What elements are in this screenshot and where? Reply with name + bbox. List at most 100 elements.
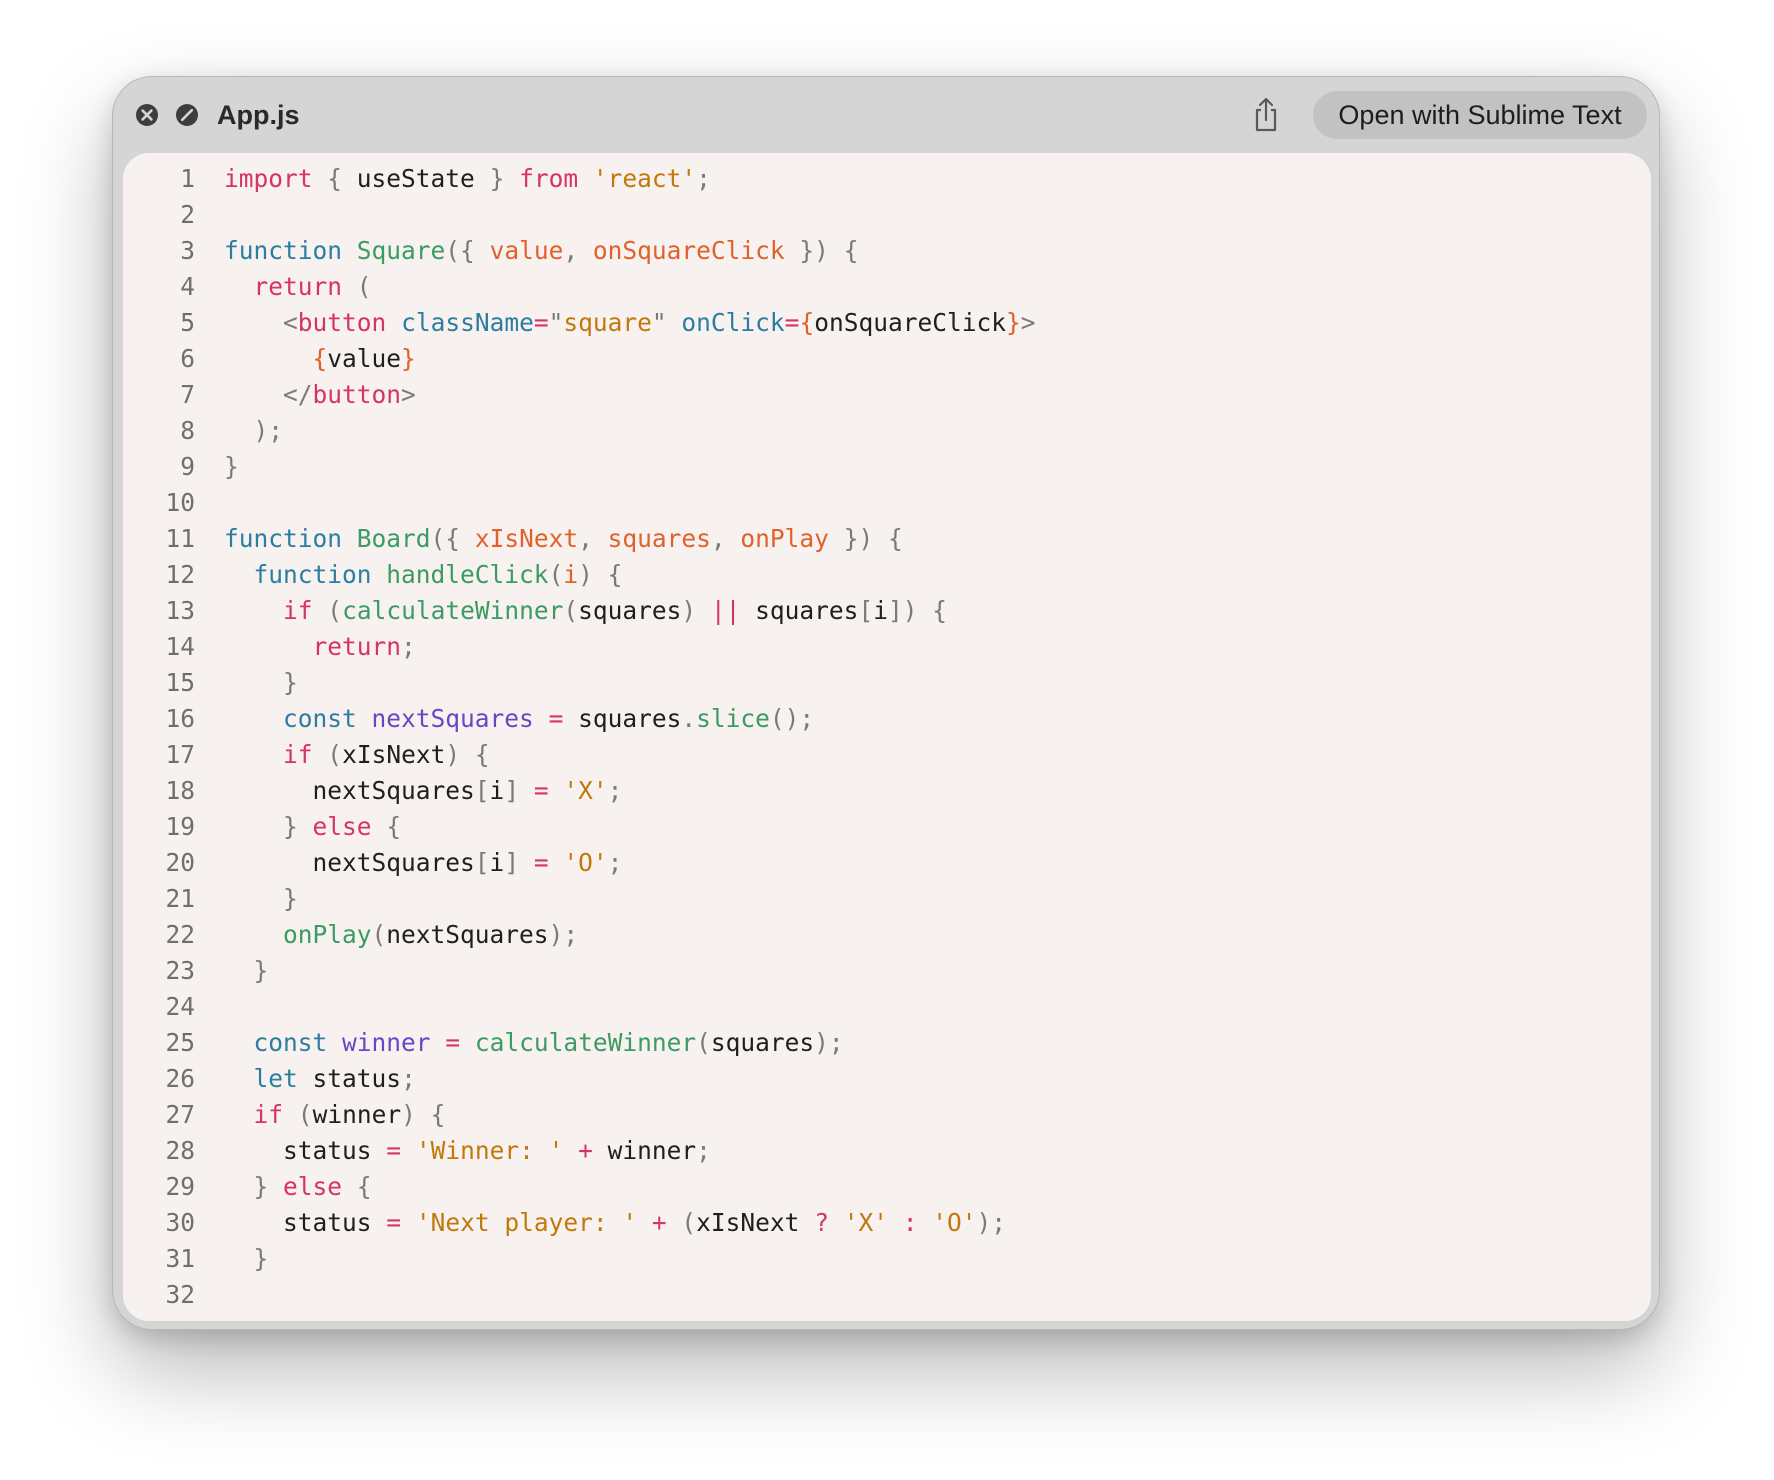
code-token: { bbox=[843, 236, 859, 265]
code-token: squares bbox=[578, 704, 682, 733]
code-token: ( bbox=[356, 272, 372, 301]
stop-icon[interactable] bbox=[175, 103, 199, 127]
code-token: value bbox=[327, 344, 402, 373]
code-token: const bbox=[283, 704, 357, 733]
code-token: status bbox=[312, 1064, 402, 1093]
code-token: squares bbox=[710, 1028, 815, 1057]
code-line: 11 function Board({ xIsNext, squares, onP… bbox=[123, 521, 902, 557]
code-token: [ bbox=[474, 776, 490, 805]
code-token: ; bbox=[696, 164, 711, 193]
code-token: " bbox=[651, 308, 667, 337]
code-token: return bbox=[253, 272, 343, 301]
code-token: calculateWinner bbox=[342, 596, 564, 625]
code-token: = bbox=[386, 1136, 402, 1165]
line-number: 20 bbox=[165, 848, 195, 877]
line-text: } else { bbox=[224, 1169, 372, 1205]
line-number: 17 bbox=[165, 740, 195, 769]
line-text: } bbox=[224, 953, 269, 989]
code-token: > bbox=[401, 380, 416, 409]
code-token: i bbox=[563, 560, 579, 589]
code-token: ) bbox=[401, 1100, 416, 1129]
line-number: 26 bbox=[165, 1064, 195, 1093]
code-token: ); bbox=[814, 1028, 844, 1057]
code-token: 'O' bbox=[932, 1208, 977, 1237]
code-line: 10 bbox=[123, 485, 195, 521]
line-text: } bbox=[224, 665, 298, 701]
line-text: return; bbox=[224, 629, 416, 665]
code-token: onSquareClick bbox=[814, 308, 1006, 337]
share-icon[interactable] bbox=[1250, 96, 1282, 134]
code-token: function bbox=[224, 236, 343, 265]
code-token: ; bbox=[696, 1136, 711, 1165]
code-token: + bbox=[578, 1136, 593, 1165]
code-token: else bbox=[312, 812, 372, 841]
close-icon[interactable] bbox=[135, 103, 159, 127]
code-token: i bbox=[873, 596, 888, 625]
code-token: = bbox=[533, 848, 549, 877]
code-token: ({ bbox=[445, 236, 475, 265]
code-token: nextSquares bbox=[312, 848, 475, 877]
code-token: } bbox=[253, 956, 269, 985]
code-token: function bbox=[224, 524, 343, 553]
code-line: 27 if (winner) { bbox=[123, 1097, 445, 1133]
line-text: return ( bbox=[224, 269, 372, 305]
open-with-sublime-button[interactable]: Open with Sublime Text bbox=[1313, 91, 1647, 139]
code-token: ( bbox=[327, 596, 343, 625]
code-token: handleClick bbox=[386, 560, 549, 589]
line-number: 8 bbox=[180, 416, 195, 445]
code-token: const bbox=[253, 1028, 328, 1057]
code-token: ) bbox=[445, 740, 461, 769]
code-token: } bbox=[401, 344, 416, 373]
line-text: const winner = calculateWinner(squares); bbox=[224, 1025, 844, 1061]
titlebar: App.js Open with Sublime Text bbox=[113, 77, 1659, 153]
line-number: 13 bbox=[165, 596, 195, 625]
code-token: > bbox=[1020, 308, 1036, 337]
code-token: useState bbox=[342, 164, 490, 193]
code-line: 26 let status; bbox=[123, 1061, 415, 1097]
code-token: status bbox=[283, 1208, 372, 1237]
code-token: if bbox=[253, 1100, 284, 1129]
line-text: </button> bbox=[224, 377, 416, 413]
line-text: if (winner) { bbox=[224, 1097, 446, 1133]
code-token: xIsNext bbox=[474, 524, 579, 553]
code-token: return bbox=[312, 632, 402, 661]
code-line: 28 status = 'Winner: ' + winner; bbox=[123, 1133, 710, 1169]
line-number: 9 bbox=[180, 452, 195, 481]
code-token: xIsNext bbox=[342, 740, 446, 769]
line-number: 22 bbox=[165, 920, 195, 949]
line-text: function handleClick(i) { bbox=[224, 557, 623, 593]
code-token: winner bbox=[607, 1136, 697, 1165]
code-line: 29 } else { bbox=[123, 1169, 371, 1205]
code-token: = bbox=[445, 1028, 461, 1057]
code-token: ); bbox=[548, 920, 579, 949]
code-token: winner bbox=[342, 1028, 431, 1057]
code-line: 18 nextSquares[i] = 'X'; bbox=[123, 773, 622, 809]
code-token: className bbox=[401, 308, 534, 337]
code-line: 8 ); bbox=[123, 413, 283, 449]
code-token: , bbox=[710, 524, 726, 553]
code-token: import bbox=[224, 164, 313, 193]
